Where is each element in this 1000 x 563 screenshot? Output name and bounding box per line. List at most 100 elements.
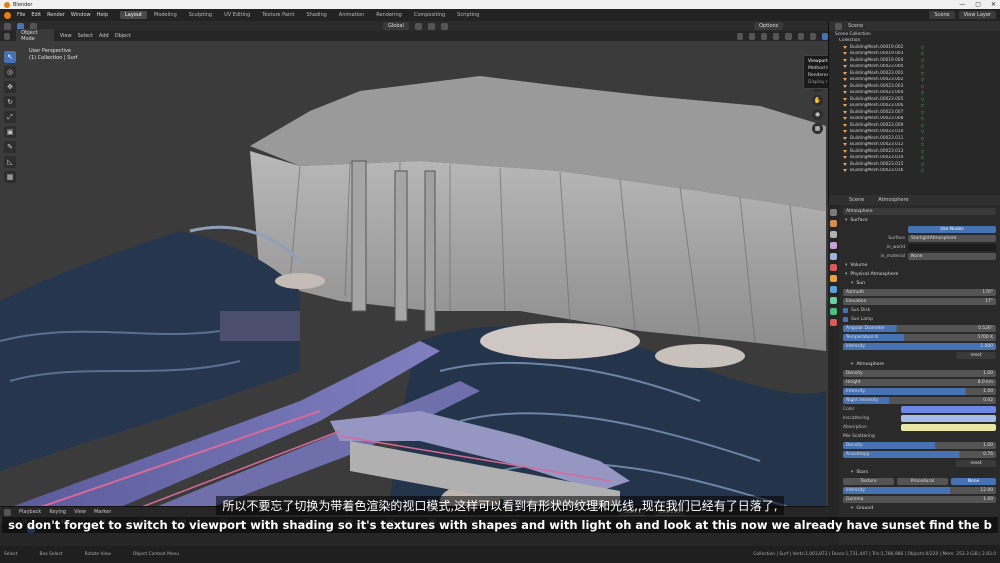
menu-object[interactable]: Object	[115, 33, 131, 39]
scene-selector[interactable]: Scene	[929, 11, 955, 19]
in-world-field[interactable]	[908, 244, 996, 251]
mesh-data-icon[interactable]: ▽	[921, 123, 924, 128]
outliner-type-icon[interactable]	[835, 22, 842, 30]
annotate-tool-icon[interactable]: ✎	[4, 141, 16, 153]
timeline-editor-icon[interactable]	[4, 508, 11, 516]
menu-view[interactable]: View	[60, 33, 72, 39]
anisotropy-field[interactable]: Anisotropy 0.76	[843, 451, 996, 458]
editor-type-icon[interactable]	[4, 22, 11, 30]
mesh-data-icon[interactable]: ▽	[921, 168, 924, 173]
tab-scene[interactable]: Scene	[849, 197, 864, 203]
menu-render[interactable]: Render	[47, 12, 65, 18]
atmo-intensity-field[interactable]: Intensity 1.00	[843, 388, 996, 395]
absorption-swatch[interactable]	[901, 424, 996, 431]
tab-atmosphere[interactable]: Atmosphere	[878, 197, 908, 203]
transform-orientation[interactable]: Global	[383, 22, 409, 30]
blender-menu-icon[interactable]	[4, 11, 11, 19]
pan-hand-icon[interactable]: ✋	[812, 95, 823, 106]
in-material-field[interactable]: None	[908, 253, 996, 260]
menu-file[interactable]: File	[17, 12, 25, 18]
stars-none-button[interactable]: None	[951, 478, 996, 485]
options-dropdown[interactable]: Options	[753, 22, 784, 30]
start-frame-field[interactable]: Start 1	[619, 508, 647, 516]
rotate-tool-icon[interactable]: ↻	[4, 96, 16, 108]
menu-select[interactable]: Select	[78, 33, 93, 39]
mesh-data-icon[interactable]: ▽	[921, 71, 924, 76]
menu-window[interactable]: Window	[71, 12, 91, 18]
material-shading-icon[interactable]	[809, 32, 816, 40]
solid-shading-icon[interactable]	[797, 32, 804, 40]
tab-modeling[interactable]: Modeling	[149, 11, 182, 19]
tab-texture-paint[interactable]: Texture Paint	[257, 11, 299, 19]
snap-icon[interactable]	[427, 22, 435, 30]
mesh-data-icon[interactable]: ▽	[921, 129, 924, 134]
visibility-icon[interactable]	[736, 32, 744, 40]
tab-uv-editing[interactable]: UV Editing	[219, 11, 255, 19]
density-field[interactable]: Density 1.00	[843, 370, 996, 377]
atmosphere-section[interactable]: Atmosphere	[843, 360, 996, 369]
maximize-button[interactable]: ▢	[975, 1, 981, 8]
sun-intensity-field[interactable]: Intensity 1.000	[843, 343, 996, 350]
mesh-data-icon[interactable]: ▽	[921, 51, 924, 56]
move-tool-icon[interactable]: ✥	[4, 81, 16, 93]
wireframe-shading-icon[interactable]	[785, 32, 792, 40]
mesh-data-icon[interactable]: ▽	[921, 142, 924, 147]
sun-lamp-checkbox[interactable]	[843, 317, 848, 322]
menu-keying[interactable]: Keying	[49, 509, 66, 515]
mesh-data-icon[interactable]: ▽	[921, 45, 924, 50]
mesh-data-icon[interactable]: ▽	[921, 84, 924, 89]
elevation-field[interactable]: Elevation 17°	[843, 298, 996, 305]
mesh-data-icon[interactable]: ▽	[921, 155, 924, 160]
mesh-data-icon[interactable]: ▽	[921, 97, 924, 102]
mesh-data-icon[interactable]: ▽	[921, 77, 924, 82]
azimuth-field[interactable]: Azimuth 170°	[843, 289, 996, 296]
sun-reset-button[interactable]: reset	[956, 352, 996, 359]
menu-edit[interactable]: Edit	[31, 12, 41, 18]
proportional-edit-icon[interactable]	[440, 22, 448, 30]
stars-texture-button[interactable]: Texture	[843, 478, 894, 485]
mesh-data-icon[interactable]: ▽	[921, 136, 924, 141]
tab-shading[interactable]: Shading	[301, 11, 331, 19]
angular-diameter-field[interactable]: Angular Diameter 0.526°	[843, 325, 996, 332]
mesh-data-icon[interactable]: ▽	[921, 103, 924, 108]
inscattering-swatch[interactable]	[901, 415, 996, 422]
modifier-icon[interactable]	[830, 286, 837, 293]
minimize-button[interactable]: —	[959, 1, 965, 8]
mesh-data-icon[interactable]: ▽	[921, 162, 924, 167]
night-intensity-field[interactable]: Night Intensity 0.02	[843, 397, 996, 404]
output-settings-icon[interactable]	[830, 231, 837, 238]
volume-section[interactable]: Volume	[843, 261, 996, 270]
playhead[interactable]: 1	[27, 525, 35, 533]
temperature-field[interactable]: Temperature K 5700 K	[843, 334, 996, 341]
perspective-toggle-icon[interactable]: ▦	[812, 123, 823, 134]
view-layer-selector[interactable]: View Layer	[958, 11, 996, 19]
timeline-ruler[interactable]: 20 40 60 80 100 120 140 160 180 200 220 240 250	[0, 517, 828, 525]
tab-animation[interactable]: Animation	[334, 11, 370, 19]
color-swatch[interactable]	[901, 406, 996, 413]
mesh-data-icon[interactable]: ▽	[921, 90, 924, 95]
material-icon[interactable]	[830, 319, 837, 326]
pivot-icon[interactable]	[414, 22, 422, 30]
mie-density-field[interactable]: Density 1.00	[843, 442, 996, 449]
add-cube-tool-icon[interactable]: ▦	[4, 171, 16, 183]
tab-layout[interactable]: Layout	[120, 11, 147, 19]
mesh-data-icon[interactable]: ▽	[921, 149, 924, 154]
tab-scripting[interactable]: Scripting	[452, 11, 484, 19]
cursor-tool-icon[interactable]: ◎	[4, 66, 16, 78]
3d-viewport[interactable]: User Perspective (1) Collection | Surf	[0, 41, 828, 546]
physics-icon[interactable]	[830, 308, 837, 315]
tool-settings-icon[interactable]	[830, 209, 837, 216]
scale-tool-icon[interactable]: ⤢	[4, 111, 16, 123]
outliner-item[interactable]: BuildingMesh.00023.016 ▽	[829, 168, 1000, 175]
stars-procedural-button[interactable]: Procedural	[897, 478, 948, 485]
height-field[interactable]: Height 8.0 km	[843, 379, 996, 386]
view-layer-icon[interactable]	[830, 242, 837, 249]
mesh-data-icon[interactable]: ▽	[921, 116, 924, 121]
end-frame-field[interactable]: End 250	[654, 508, 685, 516]
tab-sculpting[interactable]: Sculpting	[184, 11, 217, 19]
stars-gamma-field[interactable]: Gamma 1.00	[843, 496, 996, 503]
render-settings-icon[interactable]	[830, 220, 837, 227]
mesh-data-icon[interactable]: ▽	[921, 64, 924, 69]
world-settings-icon[interactable]	[830, 264, 837, 271]
use-nodes-button[interactable]: Use Nodes	[908, 226, 996, 233]
